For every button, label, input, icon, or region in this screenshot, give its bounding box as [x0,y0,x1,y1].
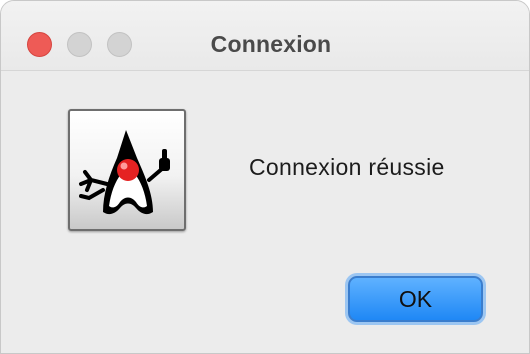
title-bar: Connexion [1,1,529,71]
dialog-content: Connexion réussie OK [1,71,529,353]
window-title: Connexion [210,31,332,57]
success-message: Connexion réussie [249,154,445,180]
dialog-window: Connexion Connexion réussie OK [0,0,530,354]
java-duke-icon [68,109,186,231]
ok-button[interactable]: OK [348,276,483,322]
